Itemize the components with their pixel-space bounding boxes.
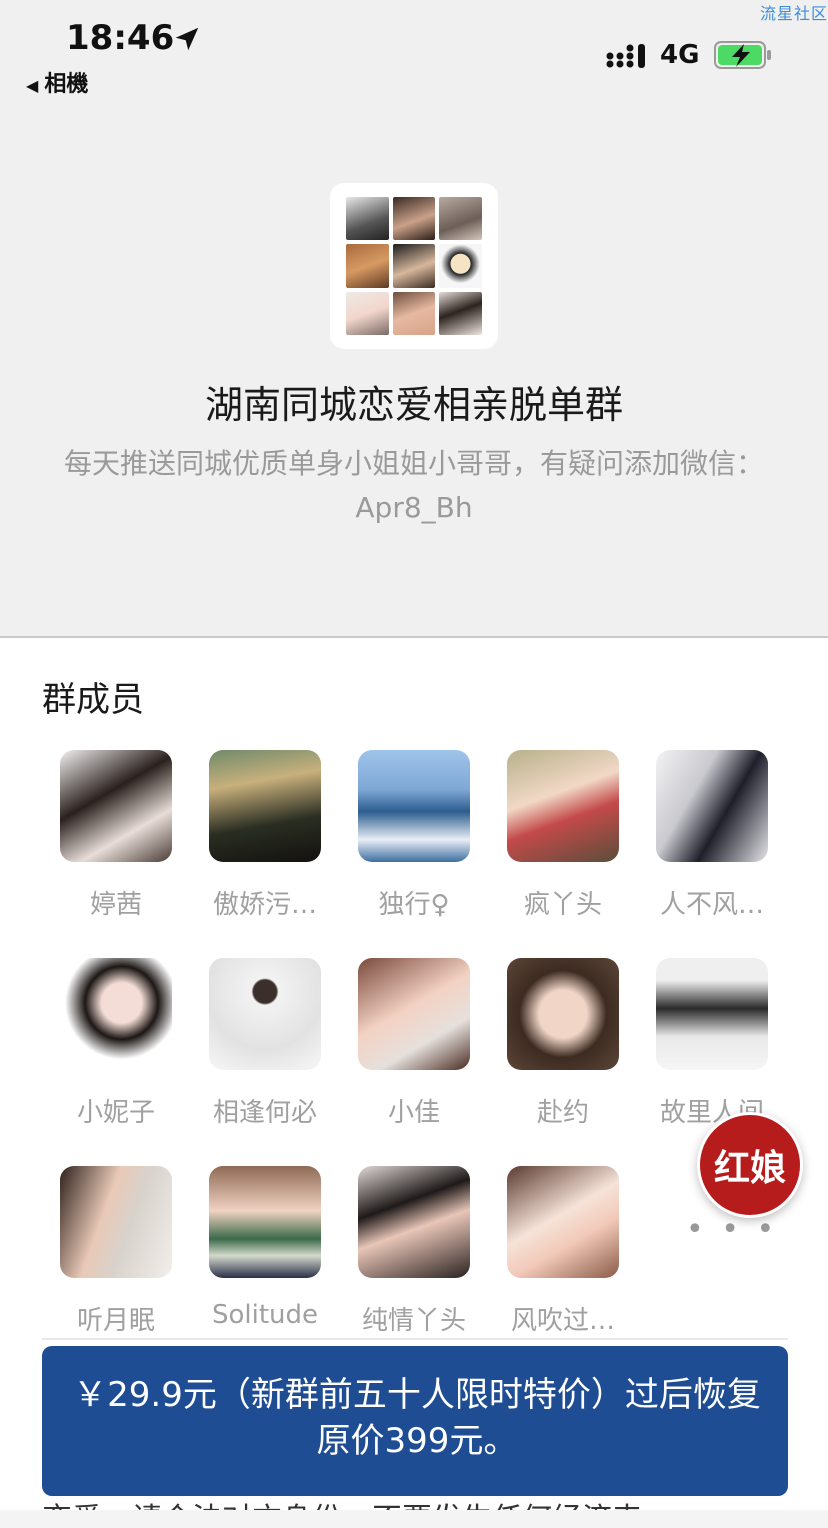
member-name: 疯丫头 — [523, 890, 602, 920]
member-name: 婷茜 — [89, 890, 142, 920]
member-item[interactable]: 故里人间 — [647, 958, 777, 1129]
more-members-button[interactable]: • • • — [686, 1212, 778, 1247]
group-avatar-tile — [439, 291, 482, 335]
screen: 流星社区 18:46 ◀ 相機 4G 湖南同城恋爱相亲脱单群 每天推送同城优质单… — [0, 0, 828, 1528]
member-item[interactable]: 小妮子 — [51, 958, 181, 1129]
divider — [42, 1338, 788, 1340]
member-item[interactable]: 赴约 — [498, 958, 628, 1129]
group-avatar-tile — [392, 244, 436, 288]
member-name: 相逢何必 — [212, 1098, 317, 1128]
group-avatar[interactable] — [330, 183, 498, 349]
price-banner[interactable]: ￥29.9元（新群前五十人限时特价）过后恢复原价399元。 — [42, 1346, 788, 1496]
member-item[interactable]: 相逢何必 — [200, 958, 330, 1129]
member-avatar — [358, 958, 470, 1070]
member-avatar — [358, 1166, 470, 1278]
group-avatar-tile — [392, 197, 436, 241]
matchmaker-button[interactable]: 红娘 — [697, 1112, 803, 1218]
member-avatar — [358, 750, 470, 862]
back-to-app-button[interactable]: ◀ 相機 — [26, 66, 88, 98]
member-item[interactable]: Solitude — [200, 1166, 330, 1330]
member-avatar — [209, 1166, 321, 1278]
member-avatar — [656, 750, 768, 862]
member-name: 人不风… — [659, 890, 764, 920]
member-name: 纯情丫头 — [361, 1306, 466, 1336]
member-name: Solitude — [211, 1300, 319, 1330]
member-avatar — [507, 1166, 619, 1278]
member-avatar — [60, 1166, 172, 1278]
member-avatar — [209, 958, 321, 1070]
member-name: 风吹过… — [510, 1306, 615, 1336]
back-app-label: 相機 — [44, 72, 89, 97]
group-avatar-tile — [346, 291, 389, 335]
member-item[interactable]: 婷茜 — [51, 750, 181, 921]
member-name: 赴约 — [536, 1098, 589, 1128]
group-description: 每天推送同城优质单身小姐姐小哥哥，有疑问添加微信：Apr8_Bh — [63, 447, 764, 524]
member-name: 小妮子 — [76, 1098, 155, 1128]
member-item[interactable]: 人不风… — [647, 750, 777, 921]
member-name: 听月眠 — [76, 1306, 155, 1336]
member-avatar — [507, 958, 619, 1070]
member-item[interactable]: 风吹过… — [498, 1166, 628, 1337]
back-triangle-icon: ◀ — [26, 76, 39, 95]
status-bar: 18:46 ◀ 相機 4G — [0, 0, 828, 100]
member-avatar — [209, 750, 321, 862]
group-avatar-tile — [346, 197, 389, 241]
location-arrow-icon — [175, 27, 199, 51]
member-item[interactable]: 傲娇污… — [200, 750, 330, 921]
group-avatar-tile — [439, 244, 482, 288]
member-avatar — [656, 958, 768, 1070]
battery-charging-icon — [714, 41, 771, 69]
group-avatar-tile — [439, 197, 482, 241]
group-avatar-tile — [346, 244, 389, 288]
member-name: 独行♀ — [378, 890, 450, 920]
network-type: 4G — [660, 40, 700, 70]
member-item[interactable]: 疯丫头 — [498, 750, 628, 921]
members-title: 群成员 — [42, 680, 144, 720]
member-name: 小佳 — [387, 1098, 440, 1128]
member-item[interactable]: 听月眠 — [51, 1166, 181, 1337]
member-name: 傲娇污… — [212, 890, 317, 920]
member-avatar — [60, 958, 172, 1070]
member-avatar — [507, 750, 619, 862]
group-avatar-tile — [392, 291, 436, 335]
group-name: 湖南同城恋爱相亲脱单群 — [204, 383, 623, 427]
member-avatar — [60, 750, 172, 862]
signal-strength-icon — [606, 44, 645, 68]
status-time: 18:46 — [66, 18, 175, 58]
bottom-bar — [0, 1510, 828, 1528]
member-item[interactable]: 纯情丫头 — [349, 1166, 479, 1337]
member-item[interactable]: 小佳 — [349, 958, 479, 1129]
member-item[interactable]: 独行♀ — [349, 750, 479, 921]
